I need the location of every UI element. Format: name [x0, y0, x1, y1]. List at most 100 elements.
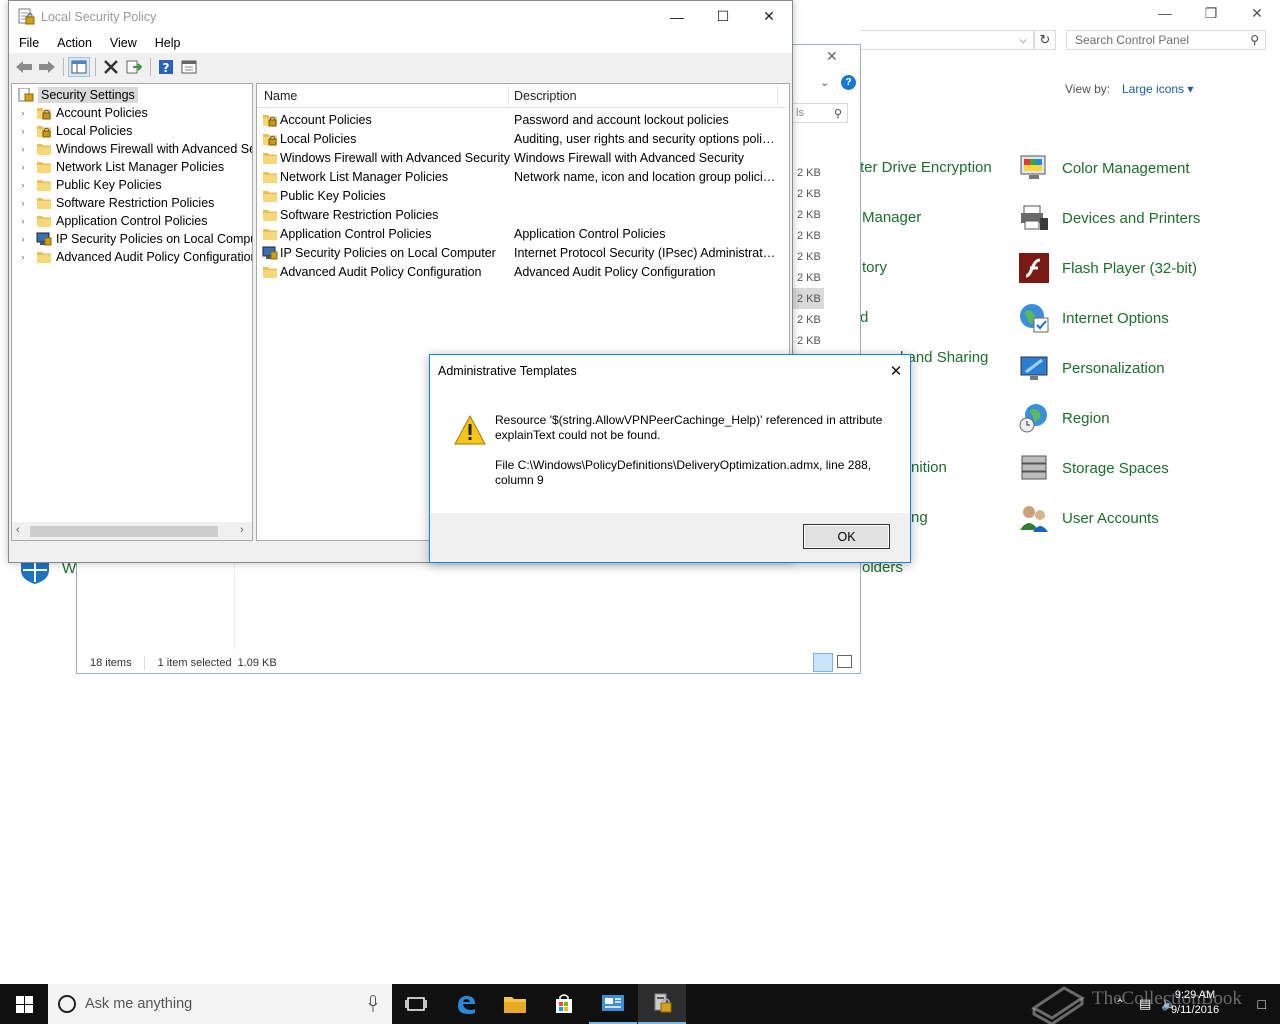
column-separator[interactable]	[508, 86, 509, 106]
cp-item-fragment[interactable]: ter Drive Encryption	[860, 159, 992, 176]
action-center-icon[interactable]: □	[1258, 996, 1266, 1012]
list-item[interactable]: Local Policies Auditing, user rights and …	[257, 129, 789, 148]
tree-item[interactable]: › Windows Firewall with Advanced Security	[12, 140, 253, 158]
menu-view[interactable]: View	[100, 36, 145, 50]
start-button[interactable]	[0, 984, 48, 1024]
expand-chevron-icon[interactable]: ›	[16, 252, 30, 262]
taskbar-file-explorer[interactable]	[491, 984, 539, 1024]
details-view-button[interactable]	[813, 653, 833, 672]
menu-help[interactable]: Help	[145, 36, 189, 50]
close-icon[interactable]: ✕	[746, 1, 792, 32]
large-icons-view-button[interactable]	[837, 655, 852, 668]
cp-item-flash-player[interactable]: Flash Player (32-bit)	[1018, 250, 1197, 286]
file-size-cell[interactable]: 2 KB	[792, 162, 824, 183]
file-size-cell[interactable]: 2 KB	[792, 246, 824, 267]
cp-item-fragment[interactable]: Manager	[862, 209, 921, 226]
help-icon[interactable]: ?	[841, 75, 856, 90]
export-list-icon[interactable]	[123, 57, 145, 77]
file-size-cell[interactable]: 2 KB	[792, 288, 824, 309]
list-item[interactable]: Windows Firewall with Advanced Security W…	[257, 148, 789, 167]
help-icon[interactable]: ?	[155, 57, 177, 77]
cp-search-input[interactable]: Search Control Panel ⚲	[1066, 30, 1266, 50]
menu-action[interactable]: Action	[47, 36, 100, 50]
taskbar-clock[interactable]: 9:29 AM 9/11/2016	[1160, 988, 1230, 1018]
taskbar-store[interactable]	[540, 984, 588, 1024]
taskbar-edge[interactable]	[442, 984, 490, 1024]
task-view-button[interactable]	[392, 984, 440, 1024]
column-header-description[interactable]: Description	[514, 89, 577, 103]
tree-item[interactable]: › Network List Manager Policies	[12, 158, 225, 176]
expand-chevron-icon[interactable]: ›	[16, 198, 30, 208]
address-bar-dropdown[interactable]: ⌵	[860, 30, 1034, 50]
scroll-right-icon[interactable]: ›	[240, 524, 244, 536]
list-item[interactable]: Software Restriction Policies	[257, 205, 789, 224]
expand-chevron-icon[interactable]: ›	[16, 162, 30, 172]
close-icon[interactable]: ✕	[826, 48, 838, 65]
taskbar-control-panel[interactable]	[589, 984, 637, 1024]
tree-item[interactable]: › Public Key Policies	[12, 176, 162, 194]
tree-item[interactable]: › Account Policies	[12, 104, 148, 122]
list-item[interactable]: Advanced Audit Policy Configuration Advan…	[257, 262, 789, 281]
cp-item-fragment[interactable]: nition	[911, 459, 947, 476]
minimize-icon[interactable]: —	[1142, 0, 1188, 26]
delete-icon[interactable]	[100, 57, 122, 77]
column-separator[interactable]	[777, 86, 778, 106]
tree-root-security-settings[interactable]: Security Settings	[14, 86, 138, 104]
list-item[interactable]: Application Control Policies Application …	[257, 224, 789, 243]
back-icon[interactable]	[13, 57, 35, 77]
cp-item-personalization[interactable]: Personalization	[1018, 350, 1165, 386]
microphone-icon[interactable]	[368, 995, 378, 1013]
cp-item-storage-spaces[interactable]: Storage Spaces	[1018, 450, 1169, 486]
file-size-cell[interactable]: 2 KB	[792, 183, 824, 204]
tree-item[interactable]: › Software Restriction Policies	[12, 194, 215, 212]
expand-chevron-icon[interactable]: ›	[16, 216, 30, 226]
column-header-name[interactable]: Name	[264, 89, 297, 103]
menu-file[interactable]: File	[9, 36, 47, 50]
minimize-icon[interactable]: —	[654, 1, 700, 32]
chevron-down-icon[interactable]: ⌄	[820, 76, 829, 89]
cp-item-color-management[interactable]: Color Management	[1018, 150, 1190, 186]
scroll-left-icon[interactable]: ‹	[16, 524, 20, 536]
file-size-cell[interactable]: 2 KB	[792, 204, 824, 225]
refresh-button[interactable]: ↻	[1034, 30, 1056, 50]
expand-chevron-icon[interactable]: ›	[16, 108, 30, 118]
expand-chevron-icon[interactable]: ›	[16, 234, 30, 244]
expand-chevron-icon[interactable]: ›	[16, 144, 30, 154]
list-item[interactable]: IP Security Policies on Local Computer In…	[257, 243, 789, 262]
cp-item-devices-printers[interactable]: Devices and Printers	[1018, 200, 1200, 236]
tree-item[interactable]: › Application Control Policies	[12, 212, 208, 230]
tree-item[interactable]: › Local Policies	[12, 122, 133, 140]
show-hide-tree-icon[interactable]	[68, 57, 90, 77]
close-icon[interactable]: ✕	[1234, 0, 1280, 26]
view-by-dropdown[interactable]: Large icons ▾	[1122, 82, 1193, 96]
tree-item[interactable]: › IP Security Policies on Local Computer	[12, 230, 253, 248]
expand-chevron-icon[interactable]: ›	[16, 126, 30, 136]
list-item[interactable]: Public Key Policies	[257, 186, 789, 205]
maximize-icon[interactable]: ☐	[700, 1, 746, 32]
ok-button[interactable]: OK	[803, 524, 890, 549]
file-size-cell[interactable]: 2 KB	[792, 225, 824, 246]
cp-item-fragment[interactable]: ng	[911, 509, 928, 526]
restore-icon[interactable]: ❐	[1188, 0, 1234, 26]
list-item[interactable]: Network List Manager Policies Network nam…	[257, 167, 789, 186]
cp-item-internet-options[interactable]: Internet Options	[1018, 300, 1169, 336]
expand-chevron-icon[interactable]: ›	[16, 180, 30, 190]
cp-item-fragment[interactable]: d	[860, 309, 868, 326]
cp-item-region[interactable]: Region	[1018, 400, 1110, 436]
cortana-search-box[interactable]: Ask me anything	[48, 984, 392, 1024]
forward-icon[interactable]	[36, 57, 58, 77]
list-item[interactable]: Account Policies Password and account loc…	[257, 110, 789, 129]
tree-item[interactable]: › Advanced Audit Policy Configuration	[12, 248, 253, 266]
file-size-cell[interactable]: 2 KB	[792, 267, 824, 288]
tree-horizontal-scrollbar[interactable]: ‹ ›	[12, 522, 252, 540]
cp-item-user-accounts[interactable]: User Accounts	[1018, 500, 1159, 536]
taskbar-local-security-policy[interactable]	[638, 984, 686, 1024]
cp-item-fragment[interactable]: l and Sharing	[900, 349, 988, 366]
file-size-cell[interactable]: 2 KB	[792, 330, 824, 351]
explorer-search-input[interactable]: ls ⚲	[792, 103, 848, 123]
properties-icon[interactable]	[178, 57, 200, 77]
scrollbar-thumb[interactable]	[30, 526, 218, 537]
close-icon[interactable]: ✕	[886, 361, 906, 381]
cp-item-fragment[interactable]: tory	[862, 259, 887, 276]
file-size-cell[interactable]: 2 KB	[792, 309, 824, 330]
